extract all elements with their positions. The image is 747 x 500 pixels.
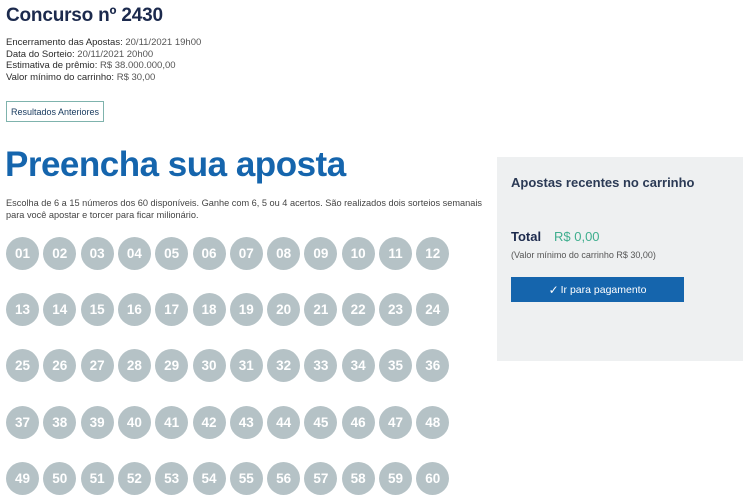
- number-ball[interactable]: 27: [80, 349, 114, 383]
- number-ball[interactable]: 01: [6, 237, 39, 270]
- number-ball[interactable]: 06: [192, 237, 226, 270]
- number-ball[interactable]: 41: [155, 405, 189, 439]
- number-ball[interactable]: 09: [304, 237, 338, 270]
- number-ball[interactable]: 46: [341, 405, 375, 439]
- contest-info: Encerramento das Apostas: 20/11/2021 19h…: [6, 37, 201, 83]
- number-ball[interactable]: 08: [267, 237, 301, 270]
- number-ball[interactable]: 19: [229, 293, 263, 327]
- number-ball[interactable]: 33: [304, 349, 338, 383]
- number-ball[interactable]: 31: [229, 349, 263, 383]
- cart-title: Apostas recentes no carrinho: [511, 175, 695, 190]
- number-ball[interactable]: 17: [155, 293, 189, 327]
- number-ball[interactable]: 35: [379, 349, 412, 383]
- number-ball[interactable]: 22: [341, 293, 375, 327]
- info-row-closing: Encerramento das Apostas: 20/11/2021 19h…: [6, 37, 201, 49]
- info-label: Valor mínimo do carrinho:: [6, 71, 115, 83]
- payment-button-label: Ir para pagamento: [560, 283, 647, 296]
- number-ball[interactable]: 20: [267, 293, 301, 327]
- number-ball[interactable]: 57: [304, 461, 338, 495]
- number-ball[interactable]: 56: [267, 461, 301, 495]
- number-ball[interactable]: 42: [192, 405, 226, 439]
- info-label: Encerramento das Apostas:: [6, 37, 123, 48]
- number-ball[interactable]: 24: [416, 293, 450, 327]
- number-ball[interactable]: 21: [304, 293, 338, 327]
- number-ball[interactable]: 54: [192, 461, 226, 495]
- number-ball[interactable]: 36: [416, 349, 450, 383]
- number-ball[interactable]: 11: [379, 237, 412, 270]
- info-label: Data do Sorteio:: [6, 48, 75, 60]
- info-row-prize: Estimativa de prêmio: R$ 38.000.000,00: [6, 60, 201, 72]
- number-ball[interactable]: 49: [6, 461, 39, 495]
- number-ball[interactable]: 03: [80, 237, 114, 270]
- number-ball[interactable]: 45: [304, 405, 338, 439]
- number-ball[interactable]: 50: [43, 461, 77, 495]
- number-ball[interactable]: 40: [117, 405, 151, 439]
- number-ball[interactable]: 25: [6, 349, 39, 383]
- check-icon: ✓: [548, 282, 559, 297]
- number-ball[interactable]: 32: [267, 349, 301, 383]
- number-ball[interactable]: 14: [43, 293, 77, 327]
- info-row-draw-date: Data do Sorteio: 20/11/2021 20h00: [6, 49, 201, 61]
- info-value: 20/11/2021 19h00: [125, 37, 202, 48]
- number-ball[interactable]: 38: [43, 405, 77, 439]
- number-ball[interactable]: 15: [80, 293, 114, 327]
- info-label: Estimativa de prêmio:: [6, 60, 98, 72]
- cart-total-label: Total: [511, 229, 542, 244]
- info-row-min-cart: Valor mínimo do carrinho: R$ 30,00: [6, 72, 201, 84]
- number-ball[interactable]: 28: [117, 349, 151, 383]
- cart-min-note: (Valor mínimo do carrinho R$ 30,00): [511, 250, 656, 260]
- info-value: R$ 30,00: [116, 71, 156, 83]
- number-ball[interactable]: 13: [6, 293, 39, 327]
- number-ball[interactable]: 12: [416, 237, 450, 270]
- number-ball[interactable]: 34: [341, 349, 375, 383]
- number-ball[interactable]: 26: [43, 349, 77, 383]
- number-ball[interactable]: 07: [229, 237, 263, 270]
- number-ball[interactable]: 52: [117, 461, 151, 495]
- number-ball[interactable]: 23: [379, 293, 412, 327]
- payment-button[interactable]: ✓ Ir para pagamento: [511, 277, 684, 302]
- bet-description: Escolha de 6 a 15 números dos 60 disponí…: [6, 198, 482, 220]
- number-ball[interactable]: 37: [6, 405, 39, 439]
- cart-total-value: R$ 0,00: [554, 229, 600, 244]
- number-ball[interactable]: 10: [341, 237, 375, 270]
- number-ball[interactable]: 16: [117, 293, 151, 327]
- cart-panel: Apostas recentes no carrinho Total R$ 0,…: [497, 157, 743, 361]
- number-ball[interactable]: 59: [379, 461, 412, 495]
- info-value: 20/11/2021 20h00: [77, 48, 154, 60]
- number-ball[interactable]: 05: [155, 237, 189, 270]
- number-ball[interactable]: 43: [229, 405, 263, 439]
- number-ball[interactable]: 55: [229, 461, 263, 495]
- info-value: R$ 38.000.000,00: [99, 60, 176, 72]
- bet-headline: Preencha sua aposta: [5, 145, 346, 184]
- number-ball[interactable]: 44: [267, 405, 301, 439]
- number-ball[interactable]: 18: [192, 293, 226, 327]
- number-ball[interactable]: 30: [192, 349, 226, 383]
- contest-title: Concurso nº 2430: [6, 5, 163, 26]
- number-ball[interactable]: 02: [43, 237, 77, 270]
- number-ball[interactable]: 51: [80, 461, 114, 495]
- number-ball[interactable]: 39: [80, 405, 114, 439]
- number-ball[interactable]: 29: [155, 349, 189, 383]
- number-ball[interactable]: 47: [379, 405, 412, 439]
- previous-results-button[interactable]: Resultados Anteriores: [6, 101, 104, 122]
- number-ball[interactable]: 04: [117, 237, 151, 270]
- number-ball[interactable]: 48: [416, 405, 450, 439]
- number-ball[interactable]: 60: [416, 461, 450, 495]
- number-ball[interactable]: 53: [155, 461, 189, 495]
- number-ball[interactable]: 58: [341, 461, 375, 495]
